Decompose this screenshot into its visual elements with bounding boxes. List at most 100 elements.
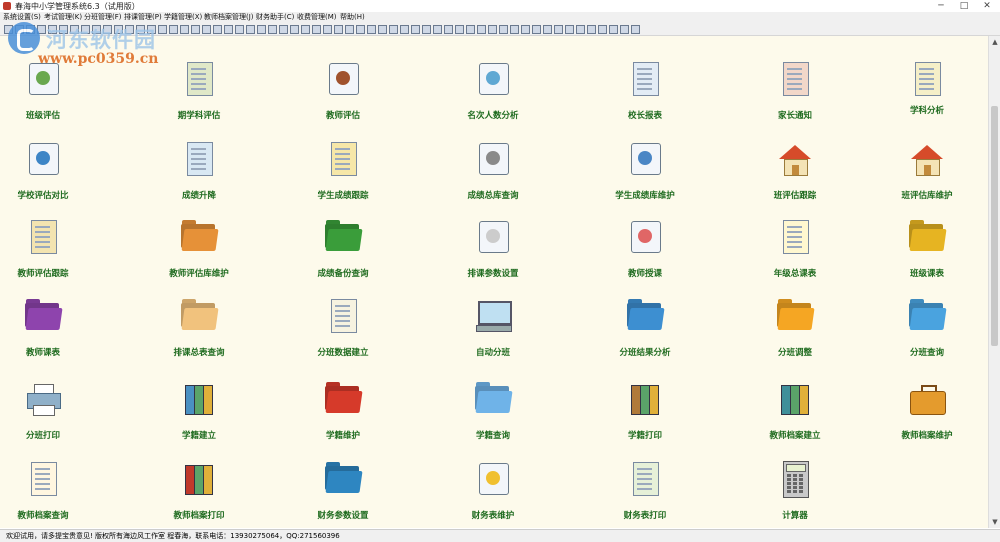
module-tile[interactable]: 教师课表: [0, 296, 86, 376]
module-tile[interactable]: 财务参数设置: [300, 459, 386, 539]
module-tile[interactable]: 教师授课: [602, 217, 688, 297]
orange-folder-icon: [179, 217, 219, 257]
toolbar-tool-icon[interactable]: [554, 25, 563, 34]
module-tile[interactable]: 教师档案建立: [752, 379, 838, 459]
menu-item[interactable]: 教师档案管理(J): [204, 12, 254, 23]
module-tile[interactable]: 学籍查询: [450, 379, 536, 459]
module-tile[interactable]: 教师评估跟踪: [0, 217, 86, 297]
menu-item[interactable]: 财务助手(C): [256, 12, 294, 23]
toolbar-tool-icon[interactable]: [565, 25, 574, 34]
module-tile[interactable]: 教师档案维护: [884, 379, 970, 459]
module-tile[interactable]: 分班查询: [884, 296, 970, 376]
toolbar-tool-icon[interactable]: [521, 25, 530, 34]
module-tile[interactable]: 教师档案打印: [156, 459, 242, 539]
module-label: 分班打印: [25, 431, 60, 441]
toolbar-tool-icon[interactable]: [411, 25, 420, 34]
module-tile[interactable]: 排课参数设置: [450, 217, 536, 297]
module-tile[interactable]: 成绩升降: [156, 139, 242, 219]
toolbar-tool-icon[interactable]: [290, 25, 299, 34]
module-tile[interactable]: 分班调整: [752, 296, 838, 376]
toolbar-tool-icon[interactable]: [224, 25, 233, 34]
toolbar-tool-icon[interactable]: [301, 25, 310, 34]
toolbar-tool-icon[interactable]: [334, 25, 343, 34]
toolbar-tool-icon[interactable]: [532, 25, 541, 34]
toolbar-tool-icon[interactable]: [587, 25, 596, 34]
maximize-button[interactable]: □: [953, 0, 975, 12]
toolbar-tool-icon[interactable]: [543, 25, 552, 34]
menu-item[interactable]: 帮助(H): [340, 12, 365, 23]
toolbar-tool-icon[interactable]: [488, 25, 497, 34]
module-label: 学生成绩库维护: [615, 191, 675, 201]
module-tile[interactable]: 学籍维护: [300, 379, 386, 459]
module-tile[interactable]: 分班数据建立: [300, 296, 386, 376]
scroll-up-icon[interactable]: ▲: [989, 36, 1000, 48]
toolbar-tool-icon[interactable]: [620, 25, 629, 34]
module-tile[interactable]: 家长通知: [752, 59, 838, 139]
toolbar-tool-icon[interactable]: [422, 25, 431, 34]
minimize-button[interactable]: ─: [930, 0, 952, 12]
toolbar-tool-icon[interactable]: [367, 25, 376, 34]
module-tile[interactable]: 名次人数分析: [450, 59, 536, 139]
scroll-down-icon[interactable]: ▼: [989, 516, 1000, 528]
toolbar-tool-icon[interactable]: [312, 25, 321, 34]
toolbar-tool-icon[interactable]: [257, 25, 266, 34]
module-tile[interactable]: 年级总课表: [752, 217, 838, 297]
app-icon: [3, 2, 11, 10]
module-tile[interactable]: 学籍建立: [156, 379, 242, 459]
watermark: 河东软件园 www.pc0359.cn: [8, 18, 208, 74]
module-tile[interactable]: 班评估跟踪: [752, 139, 838, 219]
module-tile[interactable]: 计算器: [752, 459, 838, 539]
toolbar-tool-icon[interactable]: [323, 25, 332, 34]
toolbar-tool-icon[interactable]: [356, 25, 365, 34]
toolbar-tool-icon[interactable]: [455, 25, 464, 34]
toolbar-tool-icon[interactable]: [444, 25, 453, 34]
module-tile[interactable]: 分班结果分析: [602, 296, 688, 376]
document-recycle-icon: [625, 459, 665, 499]
module-tile[interactable]: 排课总表查询: [156, 296, 242, 376]
toolbar-tool-icon[interactable]: [400, 25, 409, 34]
module-label: 名次人数分析: [467, 111, 519, 121]
module-label: 教师档案打印: [173, 511, 225, 521]
toolbar-tool-icon[interactable]: [268, 25, 277, 34]
toolbar-tool-icon[interactable]: [598, 25, 607, 34]
module-tile[interactable]: 成绩总库查询: [450, 139, 536, 219]
module-tile[interactable]: 财务表维护: [450, 459, 536, 539]
toolbar-tool-icon[interactable]: [477, 25, 486, 34]
toolbar-tool-icon[interactable]: [609, 25, 618, 34]
toolbar-tool-icon[interactable]: [510, 25, 519, 34]
module-tile[interactable]: 班级课表: [884, 217, 970, 297]
toolbar-tool-icon[interactable]: [499, 25, 508, 34]
toolbar-tool-icon[interactable]: [213, 25, 222, 34]
module-tile[interactable]: 财务表打印: [602, 459, 688, 539]
module-tile[interactable]: 学籍打印: [602, 379, 688, 459]
module-tile[interactable]: 学校评估对比: [0, 139, 86, 219]
toolbar-tool-icon[interactable]: [466, 25, 475, 34]
toolbar-tool-icon[interactable]: [631, 25, 640, 34]
module-label: 学科分析: [909, 106, 944, 116]
module-tile[interactable]: 成绩备份查询: [300, 217, 386, 297]
module-tile[interactable]: 校长报表: [602, 59, 688, 139]
module-tile[interactable]: 学生成绩跟踪: [300, 139, 386, 219]
module-label: 班评估跟踪: [773, 191, 817, 201]
close-button[interactable]: ✕: [976, 0, 998, 12]
toolbar-tool-icon[interactable]: [279, 25, 288, 34]
toolbar-tool-icon[interactable]: [345, 25, 354, 34]
toolbar-tool-icon[interactable]: [576, 25, 585, 34]
module-tile[interactable]: 教师评估: [300, 59, 386, 139]
vertical-scrollbar[interactable]: ▲ ▼: [988, 36, 1000, 528]
toolbar-tool-icon[interactable]: [235, 25, 244, 34]
module-tile[interactable]: 学生成绩库维护: [602, 139, 688, 219]
toolbar-tool-icon[interactable]: [389, 25, 398, 34]
module-tile[interactable]: 分班打印: [0, 379, 86, 459]
module-tile[interactable]: 教师档案查询: [0, 459, 86, 539]
chart-compare-icon: [23, 139, 63, 179]
toolbar-tool-icon[interactable]: [378, 25, 387, 34]
scroll-thumb[interactable]: [991, 106, 998, 346]
module-tile[interactable]: 教师评估库维护: [156, 217, 242, 297]
toolbar-tool-icon[interactable]: [433, 25, 442, 34]
module-tile[interactable]: 学科分析: [884, 59, 970, 139]
module-tile[interactable]: 自动分班: [450, 296, 536, 376]
toolbar-tool-icon[interactable]: [246, 25, 255, 34]
menu-item[interactable]: 收费管理(M): [297, 12, 337, 23]
module-tile[interactable]: 班评估库维护: [884, 139, 970, 219]
